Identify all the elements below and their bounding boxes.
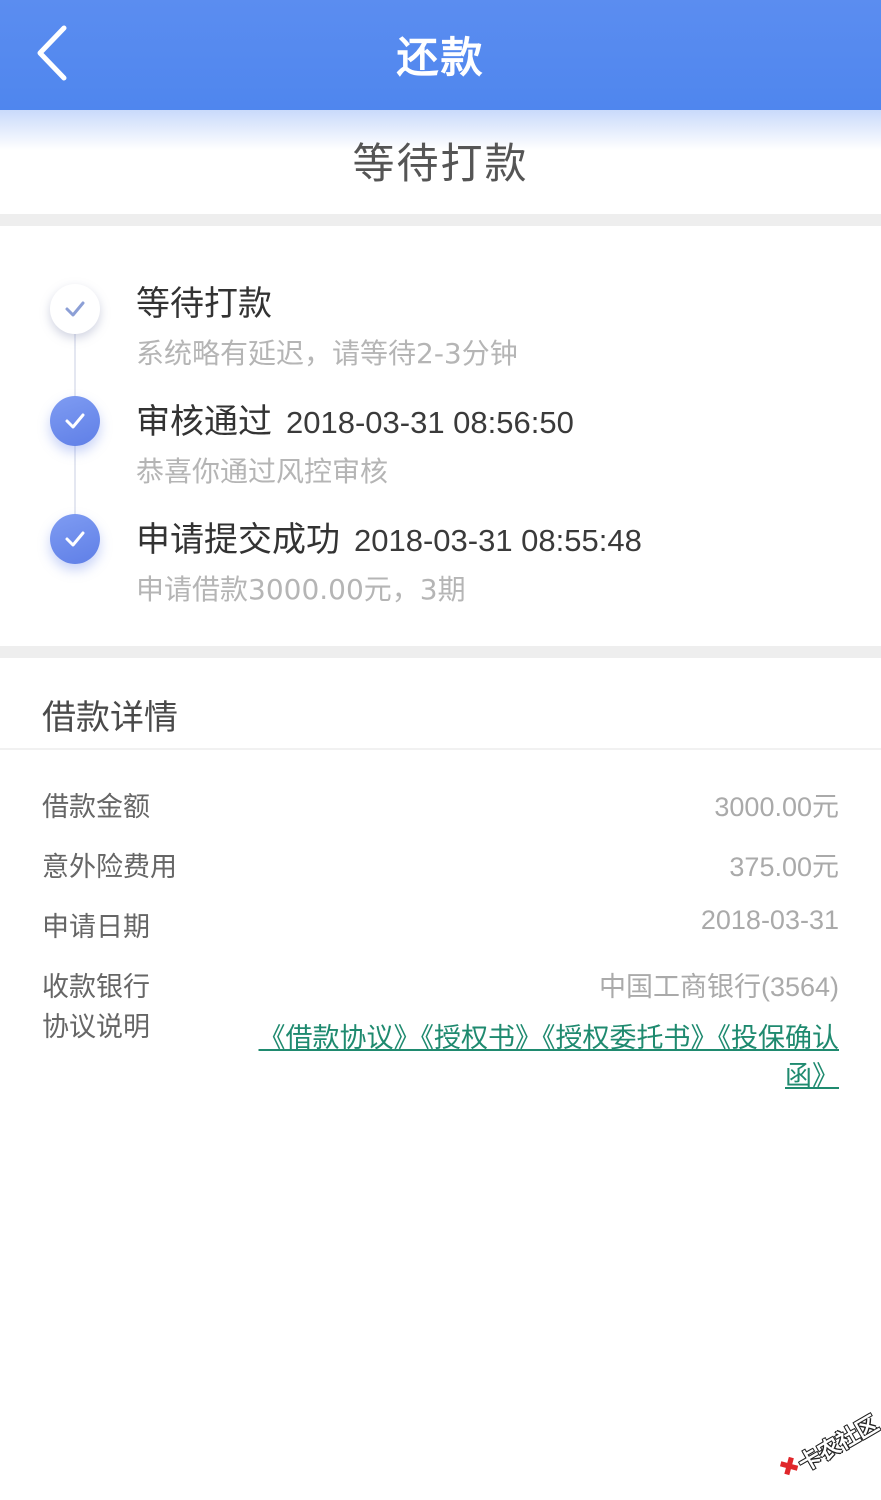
timeline-step-title: 等待打款 — [136, 284, 272, 324]
detail-value-amount: 3000.00元 — [714, 792, 839, 822]
timeline-step-time: 2018-03-31 08:55:48 — [354, 523, 642, 558]
timeline-step-name: 审核通过 — [136, 402, 272, 442]
section-separator — [0, 646, 881, 658]
timeline-step-title: 审核通过 2018-03-31 08:56:50 — [136, 394, 574, 443]
link-loan-agreement[interactable]: 《借款协议》 — [259, 1023, 421, 1054]
detail-value-bank: 中国工商银行(3564) — [598, 972, 839, 1002]
detail-label-bank: 收款银行 — [42, 972, 150, 1003]
watermark-logo: ✖ 卡农社区 — [762, 1390, 881, 1500]
page-title: 还款 — [396, 33, 485, 82]
check-icon — [65, 301, 85, 317]
detail-label-amount: 借款金额 — [42, 792, 150, 823]
check-icon — [65, 413, 85, 429]
timeline-step-desc: 申请借款3000.00元，3期 — [136, 573, 466, 606]
watermark-text: 卡农社区 — [794, 1411, 881, 1478]
check-icon — [65, 531, 85, 547]
link-power-of-attorney[interactable]: 《授权委托书》 — [542, 1023, 718, 1054]
timeline-step-name: 申请提交成功 — [136, 520, 340, 560]
detail-value-insurance: 375.00元 — [729, 852, 839, 882]
link-authorization[interactable]: 《授权书》 — [421, 1023, 543, 1054]
detail-label-insurance: 意外险费用 — [42, 852, 177, 883]
link-insurance-confirmation[interactable]: 《投保确认函》 — [718, 1023, 840, 1092]
timeline-dot-pending — [50, 284, 100, 334]
progress-timeline: 等待打款 系统略有延迟，请等待2-3分钟 审核通过 2018-03-31 08:5… — [0, 228, 881, 648]
loan-details-title: 借款详情 — [42, 698, 178, 738]
detail-label-agreements: 协议说明 — [42, 1012, 150, 1043]
status-heading: 等待打款 — [352, 139, 529, 188]
agreement-links: 《借款协议》《授权书》《授权委托书》《投保确认函》 — [239, 1020, 840, 1096]
timeline-step-time: 2018-03-31 08:56:50 — [286, 405, 574, 440]
timeline-dot-done — [50, 514, 100, 564]
timeline-step-desc: 恭喜你通过风控审核 — [136, 455, 389, 488]
detail-value-date: 2018-03-31 — [700, 905, 839, 935]
divider — [0, 748, 881, 750]
detail-label-date: 申请日期 — [42, 912, 150, 943]
timeline-step-desc: 系统略有延迟，请等待2-3分钟 — [136, 337, 518, 370]
timeline-dot-done — [50, 396, 100, 446]
timeline-step-title: 申请提交成功 2018-03-31 08:55:48 — [136, 512, 642, 561]
section-separator — [0, 214, 881, 226]
